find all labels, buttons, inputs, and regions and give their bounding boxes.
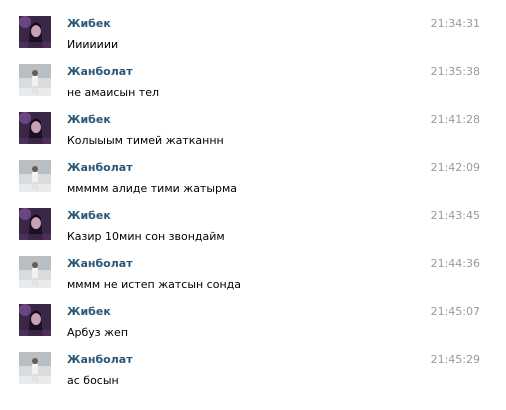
- message-time: 21:44:36: [430, 257, 480, 270]
- message-item: Жанболат 21:35:38 не амаисын тел: [0, 48, 506, 99]
- avatar-zhibek[interactable]: [19, 16, 51, 48]
- message-text: ас босын: [67, 374, 119, 387]
- avatar-zhibek[interactable]: [19, 304, 51, 336]
- author-name-link[interactable]: Жибек: [67, 305, 111, 319]
- avatar-zhanbolat[interactable]: [19, 256, 51, 288]
- message-item: Жибек 21:34:31 Иииииии: [0, 0, 506, 51]
- message-time: 21:45:07: [430, 305, 480, 318]
- message-time: 21:35:38: [430, 65, 480, 78]
- message-item: Жанболат 21:45:29 ас босын: [0, 336, 506, 387]
- message-item: Жанболат 21:42:09 ммммм алиде тими жатыр…: [0, 144, 506, 195]
- avatar-zhibek[interactable]: [19, 112, 51, 144]
- message-item: Жибек 21:43:45 Казир 10мин сон звондайм: [0, 192, 506, 243]
- avatar-zhanbolat[interactable]: [19, 160, 51, 192]
- message-time: 21:41:28: [430, 113, 480, 126]
- author-name-link[interactable]: Жанболат: [67, 161, 133, 175]
- message-item: Жибек 21:41:28 Колыыым тимей жатканнн: [0, 96, 506, 147]
- author-name-link[interactable]: Жанболат: [67, 353, 133, 367]
- message-item: Жанболат 21:44:36 мммм не истеп жатсын с…: [0, 240, 506, 291]
- avatar-zhibek[interactable]: [19, 208, 51, 240]
- avatar-zhanbolat[interactable]: [19, 64, 51, 96]
- message-item: Жибек 21:45:07 Арбуз жеп: [0, 288, 506, 339]
- author-name-link[interactable]: Жанболат: [67, 65, 133, 79]
- author-name-link[interactable]: Жанболат: [67, 257, 133, 271]
- message-time: 21:34:31: [430, 17, 480, 30]
- author-name-link[interactable]: Жибек: [67, 113, 111, 127]
- message-history: Жибек 21:34:31 Иииииии Жанболат 21:35:38…: [0, 0, 506, 410]
- message-time: 21:43:45: [430, 209, 480, 222]
- author-name-link[interactable]: Жибек: [67, 209, 111, 223]
- avatar-zhanbolat[interactable]: [19, 352, 51, 384]
- message-time: 21:45:29: [430, 353, 480, 366]
- message-time: 21:42:09: [430, 161, 480, 174]
- author-name-link[interactable]: Жибек: [67, 17, 111, 31]
